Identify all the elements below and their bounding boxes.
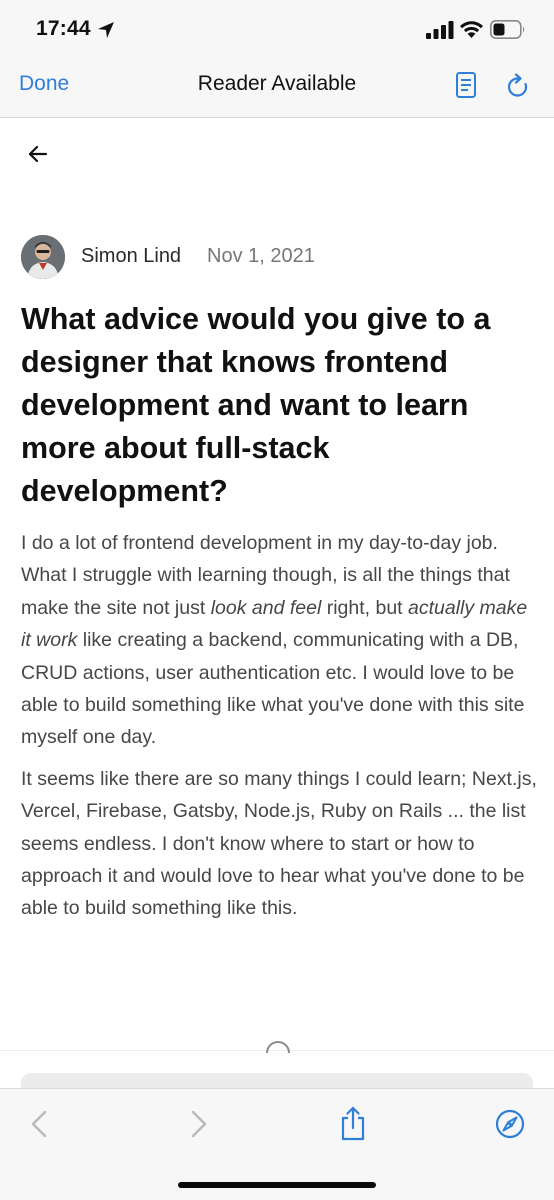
back-icon[interactable] bbox=[29, 1109, 49, 1139]
post-date: Nov 1, 2021 bbox=[207, 245, 315, 267]
safari-compass-icon[interactable] bbox=[495, 1109, 525, 1139]
emphasis-text: look and feel bbox=[210, 596, 322, 619]
browser-nav-bar: Done Reader Available bbox=[0, 58, 554, 118]
post-body: I do a lot of frontend development in my… bbox=[21, 527, 541, 934]
share-icon[interactable] bbox=[339, 1105, 367, 1141]
browser-toolbar bbox=[0, 1088, 554, 1200]
reload-icon[interactable] bbox=[505, 72, 531, 100]
paragraph-text: right, but bbox=[321, 596, 408, 619]
home-indicator bbox=[178, 1182, 376, 1188]
post-paragraph: I do a lot of frontend development in my… bbox=[21, 527, 541, 754]
post-title: What advice would you give to a designer… bbox=[21, 302, 491, 508]
cellular-signal-icon bbox=[426, 21, 454, 39]
paragraph-text: like creating a backend, communicating w… bbox=[21, 629, 525, 749]
loading-spinner-icon bbox=[266, 1041, 290, 1054]
wifi-icon bbox=[460, 21, 483, 38]
arrow-left-icon[interactable] bbox=[27, 144, 49, 164]
avatar-photo bbox=[21, 235, 65, 279]
reader-icon[interactable] bbox=[455, 71, 477, 99]
location-arrow-icon bbox=[98, 22, 114, 38]
author-row: Simon Lind Nov 1, 2021 bbox=[21, 235, 541, 279]
status-time: 17:44 bbox=[36, 17, 91, 40]
status-bar: 17:44 bbox=[0, 0, 554, 58]
page-content: Simon Lind Nov 1, 2021 What advice would… bbox=[0, 118, 554, 1093]
battery-icon bbox=[490, 20, 525, 39]
author-name[interactable]: Simon Lind bbox=[81, 245, 181, 268]
forward-icon[interactable] bbox=[189, 1109, 209, 1139]
post-paragraph: It seems like there are so many things I… bbox=[21, 767, 537, 920]
avatar[interactable] bbox=[21, 235, 65, 279]
